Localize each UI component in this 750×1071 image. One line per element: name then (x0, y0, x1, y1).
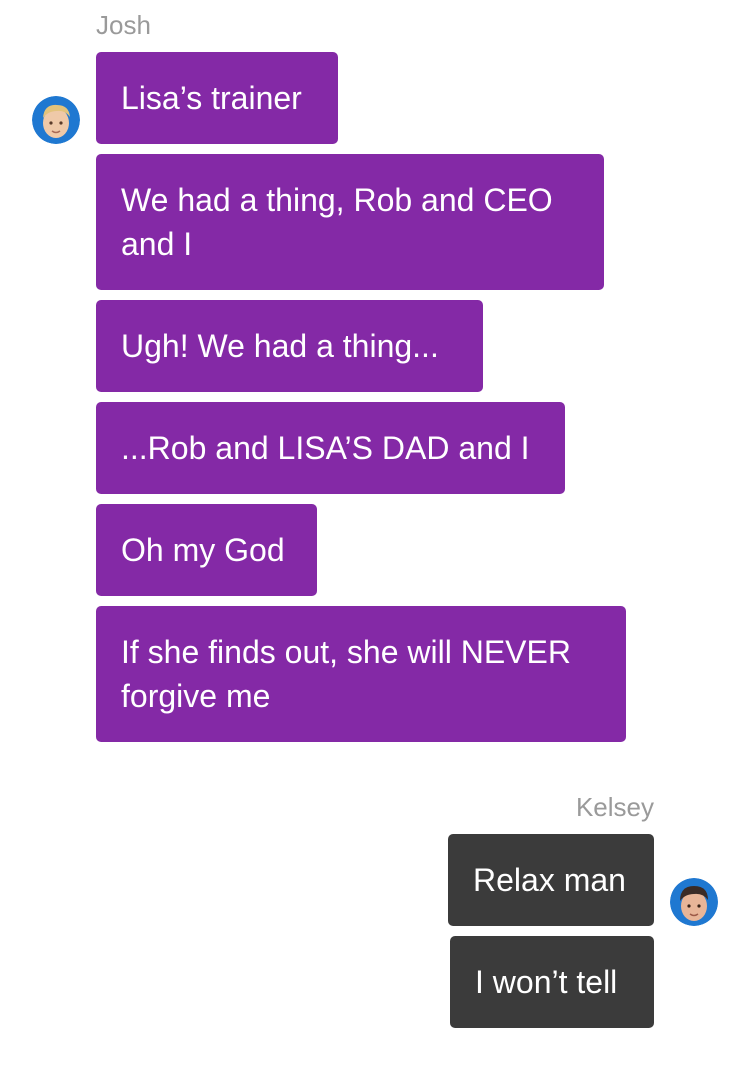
message-bubble-kelsey-1[interactable]: Relax man (448, 834, 654, 926)
message-text: Relax man (473, 862, 626, 898)
message-bubble-josh-1[interactable]: Lisa’s trainer (96, 52, 338, 144)
message-text: If she finds out, she will NEVER forgive… (121, 634, 571, 714)
message-text: Lisa’s trainer (121, 80, 302, 116)
message-text: ...Rob and LISA’S DAD and I (121, 430, 530, 466)
sender-name-kelsey: Kelsey (575, 792, 654, 822)
message-text: Ugh! We had a thing... (121, 328, 439, 364)
sender-name-josh: Josh (96, 10, 151, 40)
message-bubble-josh-3[interactable]: Ugh! We had a thing... (96, 300, 483, 392)
kelsey-avatar-icon[interactable] (670, 878, 718, 926)
message-text: We had a thing, Rob and CEO and I (121, 182, 553, 262)
message-bubble-josh-6[interactable]: If she finds out, she will NEVER forgive… (96, 606, 626, 742)
message-bubble-josh-4[interactable]: ...Rob and LISA’S DAD and I (96, 402, 565, 494)
message-text: Oh my God (121, 532, 285, 568)
josh-avatar-icon[interactable] (32, 96, 80, 144)
message-bubble-josh-5[interactable]: Oh my God (96, 504, 317, 596)
message-bubble-josh-2[interactable]: We had a thing, Rob and CEO and I (96, 154, 604, 290)
message-text: I won’t tell (475, 964, 618, 1000)
message-bubble-kelsey-2[interactable]: I won’t tell (450, 936, 654, 1028)
